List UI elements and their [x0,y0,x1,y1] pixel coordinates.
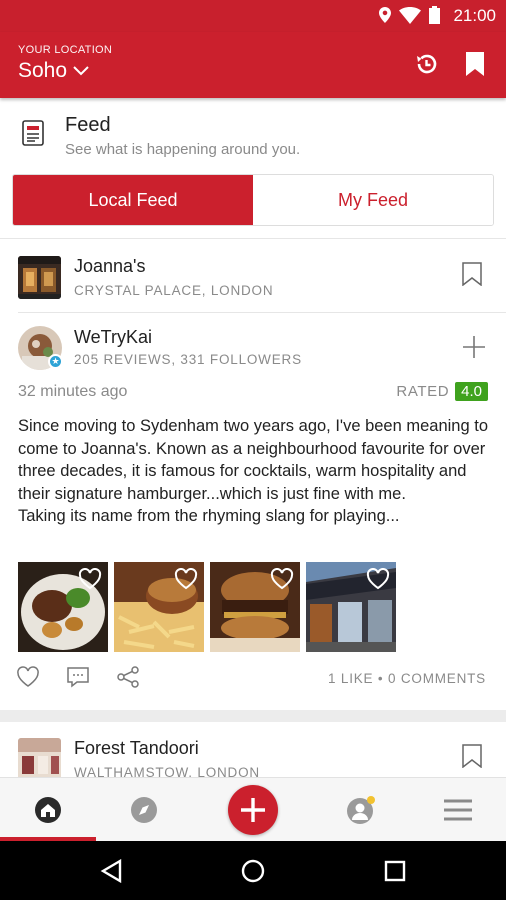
burger-fries-photo[interactable] [114,562,204,652]
nav-explore[interactable] [96,778,192,842]
feed-header: Feed See what is happening around you. [0,98,506,170]
home-circle-icon [241,859,265,883]
location-city: Soho [18,59,68,82]
post-actions [16,665,140,689]
location-label: YOUR LOCATION [18,44,113,56]
restaurant-thumbnail [18,256,61,299]
status-icons [379,6,440,24]
restaurant-row[interactable]: Joanna's CRYSTAL PALACE, LONDON [0,240,506,312]
restaurant-location: CRYSTAL PALACE, LONDON [74,283,274,298]
section-separator [0,710,506,722]
user-name[interactable]: WeTryKai [74,327,152,348]
location-selector[interactable]: Soho [18,59,89,83]
recents-button[interactable] [380,856,410,886]
wifi-icon [399,6,421,24]
heart-icon[interactable] [174,568,198,590]
feed-tabs: Local Feed My Feed [12,174,494,226]
restaurant-name: Joanna's [74,256,146,276]
divider [0,238,506,239]
restaurant-bookmark-button[interactable] [462,262,482,291]
newspaper-icon [22,120,44,146]
restaurant-bookmark-button[interactable] [462,744,482,773]
recents-square-icon [384,860,406,882]
review-text[interactable]: Since moving to Sydenham two years ago, … [18,415,492,528]
nav-profile[interactable] [314,778,410,842]
restaurant-thumbnail [18,738,61,781]
comment-icon[interactable] [66,666,90,688]
location-icon [379,7,391,23]
steak-photo[interactable] [18,562,108,652]
follow-button[interactable] [462,335,486,364]
back-button[interactable] [96,856,126,886]
history-button[interactable] [412,49,442,79]
add-icon [241,798,265,822]
history-icon [417,54,437,74]
plus-icon [463,336,485,358]
review-paragraph: Taking its name from the rhyming slang f… [18,507,400,526]
home-system-button[interactable] [238,856,268,886]
share-icon[interactable] [116,665,140,689]
home-icon [35,797,61,823]
burger-photo[interactable] [210,562,300,652]
rating: RATED 4.0 [396,382,488,401]
feed-subtitle: See what is happening around you. [65,141,301,158]
bookmark-icon [466,52,484,76]
user-stats: 205 REVIEWS, 331 FOLLOWERS [74,352,302,367]
bookmark-outline-icon [462,262,482,287]
photo-strip [18,562,396,652]
explore-icon [131,797,157,823]
engagement-stats[interactable]: 1 LIKE • 0 COMMENTS [328,671,486,686]
verified-star-icon: ★ [48,354,63,369]
review-paragraph: Since moving to Sydenham two years ago, … [18,417,489,503]
post-time: 32 minutes ago [18,383,128,400]
menu-icon [444,799,472,821]
like-heart-icon[interactable] [16,666,40,688]
heart-icon[interactable] [78,568,102,590]
rated-label: RATED [396,383,450,400]
battery-icon [429,6,440,24]
rating-badge: 4.0 [455,382,488,401]
heart-icon[interactable] [366,568,390,590]
storefront-photo[interactable] [306,562,396,652]
tab-local-feed[interactable]: Local Feed [13,175,253,225]
bookmark-outline-icon [462,744,482,769]
status-time: 21:00 [453,6,496,25]
status-bar: 21:00 [0,0,506,32]
heart-icon[interactable] [270,568,294,590]
nav-home[interactable] [0,778,96,842]
bookmarks-button[interactable] [460,49,490,79]
tab-my-feed[interactable]: My Feed [253,175,493,225]
back-triangle-icon [100,859,122,883]
system-navigation-bar [0,841,506,900]
profile-icon [347,796,375,824]
add-button[interactable] [228,785,278,835]
chevron-down-icon [73,66,89,76]
restaurant-name: Forest Tandoori [74,738,199,758]
nav-menu[interactable] [410,778,506,842]
app-bar: YOUR LOCATION Soho [0,32,506,98]
feed-title: Feed [65,114,111,136]
divider [18,312,506,313]
